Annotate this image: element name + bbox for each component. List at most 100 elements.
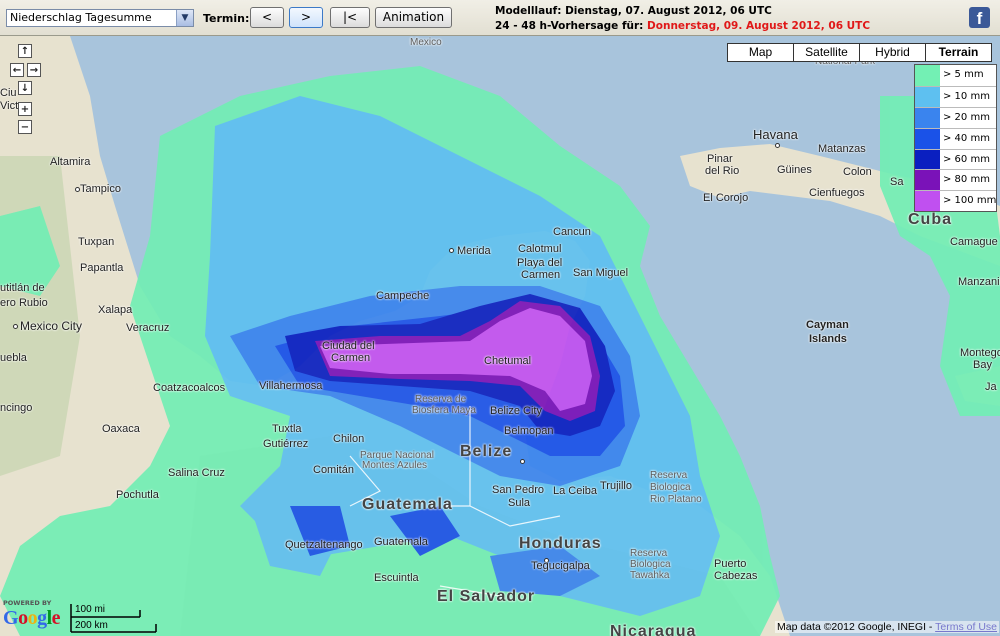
- map-type-terrain[interactable]: Terrain: [925, 43, 992, 62]
- country-label: Guatemala: [362, 496, 453, 513]
- legend-label: > 10 mm: [943, 90, 990, 102]
- place-label: Altamira: [50, 156, 91, 168]
- place-label: Cienfuegos: [809, 187, 865, 199]
- facebook-icon[interactable]: f: [969, 7, 990, 28]
- place-label: Manzanill: [958, 276, 1000, 288]
- place-label: Güines: [777, 164, 812, 176]
- zoom-in-button[interactable]: +: [18, 102, 32, 116]
- place-label: Reserva: [630, 548, 668, 559]
- city-dot: [775, 143, 780, 148]
- city-dot: [449, 248, 454, 253]
- place-label: La Ceiba: [553, 485, 598, 497]
- pan-up-button[interactable]: ↑: [18, 44, 32, 58]
- place-label: Havana: [753, 127, 798, 142]
- pan-down-button[interactable]: ↓: [18, 81, 32, 95]
- place-label: Guatemala: [374, 536, 428, 548]
- place-label: Ciu: [0, 87, 17, 99]
- scale-mi: 100 mi: [75, 604, 106, 615]
- place-label: Carmen: [521, 269, 561, 281]
- place-label: Biologica: [650, 482, 691, 493]
- legend-row: > 10 mm: [915, 85, 996, 107]
- chevron-down-icon[interactable]: ▼: [176, 10, 193, 26]
- place-label: Camague: [950, 236, 998, 248]
- place-label: Belmopan: [504, 425, 554, 437]
- legend-label: > 40 mm: [943, 132, 990, 144]
- place-label: del Rio: [705, 165, 740, 177]
- legend-row: > 5 mm: [915, 65, 996, 86]
- place-label: Sa: [890, 176, 904, 188]
- place-label: Puerto: [714, 558, 747, 570]
- place-label: Carmen: [331, 352, 371, 364]
- city-dot: [520, 459, 525, 464]
- place-label: Cayman: [806, 319, 849, 331]
- pan-right-button[interactable]: →: [27, 63, 41, 77]
- place-label: Sula: [508, 497, 531, 509]
- map-type-satellite[interactable]: Satellite: [793, 43, 860, 62]
- legend-label: > 60 mm: [943, 153, 990, 165]
- place-label: Islands: [809, 333, 847, 345]
- variable-select[interactable]: Niederschlag Tagesumme ▼: [6, 9, 194, 27]
- place-label: Pinar: [707, 153, 733, 165]
- scale-bar: 100 mi 200 km: [70, 602, 158, 634]
- place-label: Trujillo: [600, 480, 632, 492]
- forecast-prefix: 24 - 48 h-Vorhersage für:: [495, 20, 648, 32]
- place-label: Calotmul: [518, 243, 562, 255]
- legend-swatch: [915, 149, 940, 170]
- zoom-out-button[interactable]: −: [18, 120, 32, 134]
- place-label: Cabezas: [714, 570, 758, 582]
- place-label: Ja: [985, 381, 997, 393]
- place-label: Cancun: [553, 226, 591, 238]
- place-label: uebla: [0, 352, 27, 364]
- city-dot: [13, 324, 18, 329]
- legend-row: > 40 mm: [915, 127, 996, 149]
- place-label: Colon: [843, 166, 872, 178]
- termin-label: Termin:: [203, 12, 250, 25]
- legend-row: > 100 mm: [915, 190, 996, 212]
- pan-left-button[interactable]: ←: [10, 63, 24, 77]
- map-type-map[interactable]: Map: [727, 43, 794, 62]
- place-label: Biosfera Maya: [412, 405, 476, 416]
- place-label: Tampico: [80, 183, 121, 195]
- place-label: Mexico: [410, 37, 442, 48]
- place-label: Merida: [457, 245, 491, 257]
- place-label: Tawahka: [630, 570, 670, 581]
- place-label: Playa del: [517, 257, 563, 269]
- google-logo[interactable]: POWERED BY Google: [3, 599, 61, 629]
- place-label: Reserva de: [415, 394, 467, 405]
- place-label: Chilon: [333, 433, 365, 445]
- legend-swatch: [915, 128, 940, 149]
- country-label: Belize: [460, 443, 513, 460]
- place-label: Papantla: [80, 262, 124, 274]
- country-label: El Salvador: [437, 588, 536, 605]
- map[interactable]: Mexico National Park Ciu Victo Altamira …: [0, 36, 1000, 636]
- scale-km: 200 km: [75, 620, 108, 631]
- place-label: utitlán de: [0, 282, 45, 294]
- place-label: Pochutla: [116, 489, 159, 501]
- place-label: Xalapa: [98, 304, 133, 316]
- legend-swatch: [915, 191, 940, 212]
- forecast-text: 24 - 48 h-Vorhersage für: Donnerstag, 09…: [495, 20, 870, 32]
- powered-by-text: POWERED BY: [3, 599, 52, 607]
- animation-button[interactable]: Animation: [375, 7, 452, 28]
- next-button[interactable]: >: [289, 7, 323, 28]
- place-label: San Miguel: [573, 267, 629, 279]
- map-type-hybrid[interactable]: Hybrid: [859, 43, 926, 62]
- legend-swatch: [915, 86, 940, 107]
- place-label: Villahermosa: [259, 380, 323, 392]
- place-label: Coatzacoalcos: [153, 382, 226, 394]
- place-label: Bay: [973, 359, 992, 371]
- legend-row: > 20 mm: [915, 106, 996, 128]
- prev-button[interactable]: <: [250, 7, 284, 28]
- place-label: Biologica: [630, 559, 671, 570]
- precipitation-legend: > 5 mm > 10 mm > 20 mm > 40 mm > 60 mm > 80 m…: [914, 64, 997, 213]
- legend-row: > 80 mm: [915, 169, 996, 191]
- map-canvas: [0, 36, 1000, 636]
- place-label: Campeche: [376, 290, 430, 302]
- legend-swatch: [915, 170, 940, 191]
- first-button[interactable]: |<: [330, 7, 370, 28]
- place-label: Ciudad del: [322, 340, 375, 352]
- terms-of-use-link[interactable]: Terms of Use: [935, 621, 997, 633]
- place-label: Reserva: [650, 470, 688, 481]
- place-label: Gutiérrez: [263, 438, 309, 450]
- place-label: Quetzaltenango: [285, 539, 363, 551]
